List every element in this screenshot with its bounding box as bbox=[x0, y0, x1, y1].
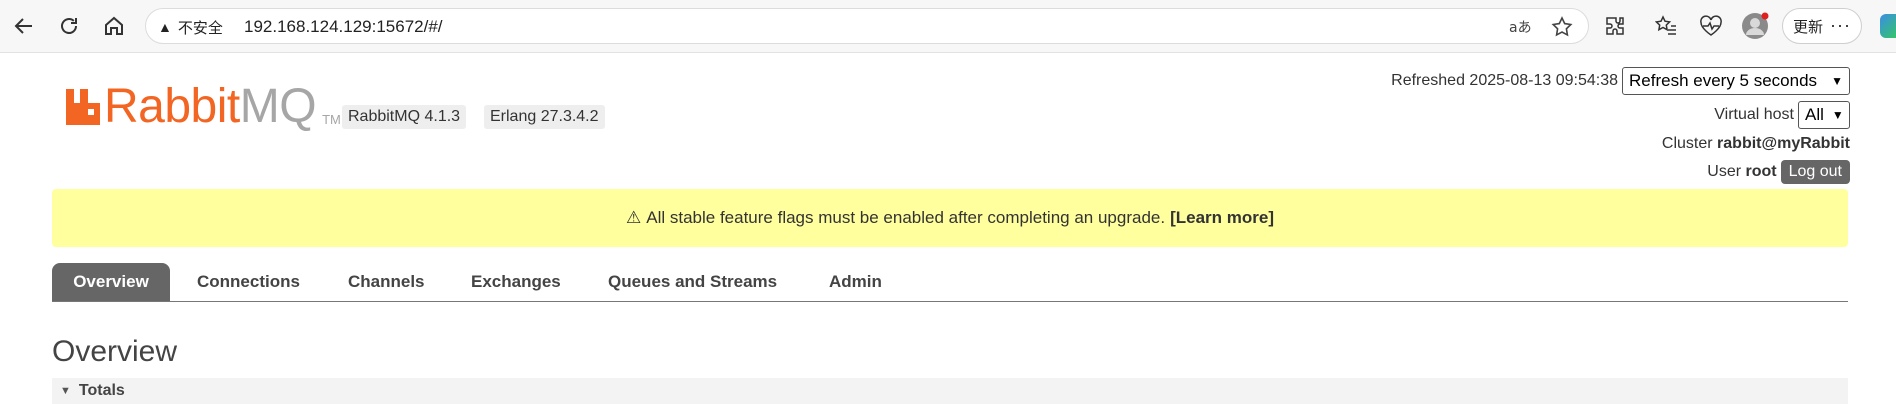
learn-more-link[interactable]: [Learn more] bbox=[1170, 208, 1274, 228]
chevron-down-icon: ▼ bbox=[1831, 74, 1843, 88]
feature-flags-alert: ⚠ All stable feature flags must be enabl… bbox=[52, 189, 1848, 247]
address-bar[interactable]: ▲ 不安全 192.168.124.129:15672/#/ aあ bbox=[145, 8, 1589, 44]
cluster-row: Cluster rabbit@myRabbit bbox=[1662, 133, 1850, 155]
svg-text:aあ: aあ bbox=[1509, 20, 1531, 36]
refreshed-timestamp: Refreshed 2025-08-13 09:54:38 bbox=[1391, 72, 1618, 89]
erlang-version-badge: Erlang 27.3.4.2 bbox=[484, 105, 605, 129]
rabbit-logo-icon bbox=[66, 89, 100, 125]
rabbitmq-logo[interactable]: Rabbit MQ TM bbox=[64, 81, 341, 131]
tab-exchanges[interactable]: Exchanges bbox=[471, 263, 561, 301]
page-title: Overview bbox=[52, 335, 178, 368]
main-navigation-tabs: Overview Connections Channels Exchanges … bbox=[52, 263, 1848, 302]
more-options-icon[interactable]: ··· bbox=[1830, 15, 1851, 36]
user-name: root bbox=[1745, 163, 1777, 180]
browser-update-button[interactable]: 更新 ··· bbox=[1782, 8, 1862, 44]
warning-icon: ⚠ bbox=[626, 208, 642, 227]
rabbitmq-management-page: Rabbit MQ TM RabbitMQ 4.1.3 Erlang 27.3.… bbox=[0, 53, 1896, 404]
copilot-icon[interactable] bbox=[1880, 14, 1896, 38]
tab-overview[interactable]: Overview bbox=[52, 263, 170, 301]
virtual-host-select[interactable]: All ▼ bbox=[1798, 101, 1850, 129]
alert-message: All stable feature flags must be enabled… bbox=[646, 208, 1166, 227]
browser-toolbar: ▲ 不安全 192.168.124.129:15672/#/ aあ 更新 ··· bbox=[0, 0, 1896, 53]
collapse-triangle-icon[interactable]: ▼ bbox=[60, 385, 71, 397]
update-label: 更新 bbox=[1793, 18, 1824, 36]
refresh-select-value: Refresh every 5 seconds bbox=[1629, 71, 1818, 90]
logo-text-mq: MQ bbox=[239, 80, 317, 133]
translate-icon[interactable]: aあ bbox=[1508, 15, 1532, 39]
favorite-star-icon[interactable] bbox=[1550, 15, 1574, 39]
user-label: User bbox=[1707, 163, 1742, 180]
tab-channels[interactable]: Channels bbox=[348, 263, 425, 301]
warning-icon: ▲ bbox=[158, 19, 172, 35]
profile-avatar-icon[interactable] bbox=[1741, 12, 1769, 40]
chevron-down-icon: ▼ bbox=[1831, 108, 1844, 122]
refresh-row: Refreshed 2025-08-13 09:54:38 Refresh ev… bbox=[1391, 67, 1850, 95]
back-icon[interactable] bbox=[8, 10, 40, 42]
virtual-host-row: Virtual host All ▼ bbox=[1714, 101, 1850, 129]
security-label: 不安全 bbox=[177, 19, 223, 37]
refresh-interval-select[interactable]: Refresh every 5 seconds ▼ bbox=[1622, 67, 1850, 95]
logo-trademark: TM bbox=[322, 112, 341, 127]
security-indicator[interactable]: ▲ 不安全 bbox=[158, 17, 223, 37]
home-icon[interactable] bbox=[98, 10, 130, 42]
virtual-host-value: All bbox=[1805, 105, 1824, 124]
reload-icon[interactable] bbox=[53, 10, 85, 42]
cluster-name: rabbit@myRabbit bbox=[1717, 135, 1850, 152]
url-text[interactable]: 192.168.124.129:15672/#/ bbox=[244, 17, 443, 37]
totals-label: Totals bbox=[78, 382, 125, 399]
logout-button[interactable]: Log out bbox=[1780, 160, 1850, 184]
tab-connections[interactable]: Connections bbox=[197, 263, 300, 301]
user-row: User root Log out bbox=[1707, 159, 1850, 185]
favorites-list-icon[interactable] bbox=[1652, 12, 1680, 40]
tab-admin[interactable]: Admin bbox=[829, 263, 882, 301]
cluster-label: Cluster bbox=[1661, 135, 1713, 152]
totals-section-header[interactable]: ▼ Totals bbox=[52, 378, 1848, 404]
virtual-host-label: Virtual host bbox=[1714, 106, 1794, 123]
extensions-icon[interactable] bbox=[1601, 12, 1629, 40]
logo-text-rabbit: Rabbit bbox=[104, 80, 240, 133]
rabbitmq-version-badge: RabbitMQ 4.1.3 bbox=[342, 105, 467, 129]
tab-queues-and-streams[interactable]: Queues and Streams bbox=[608, 263, 777, 301]
browser-essentials-icon[interactable] bbox=[1697, 12, 1725, 40]
